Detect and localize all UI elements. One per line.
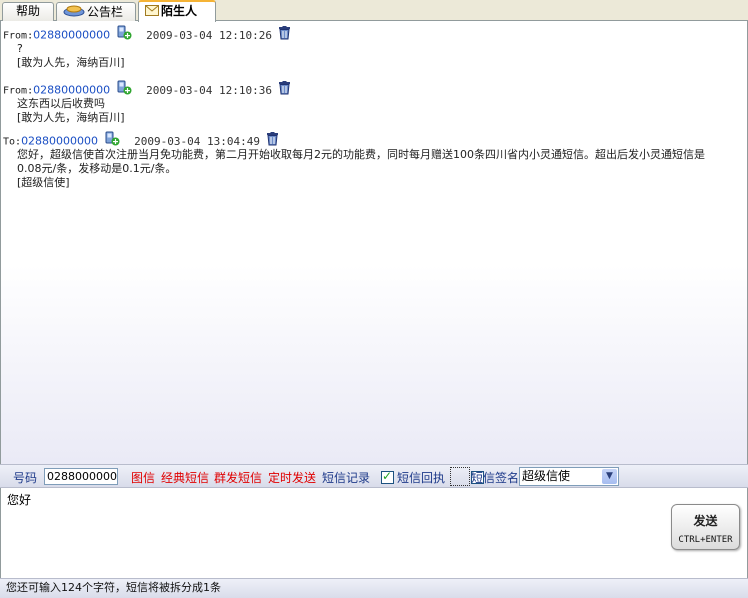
message-direction: To: [3, 136, 22, 148]
message-direction: From: [3, 30, 34, 42]
message-item: From:02880000000 2009-03-04 12:10:26 ? [… [3, 25, 743, 70]
message-item: From:02880000000 2009-03-04 12:10:36 这东西… [3, 80, 743, 125]
tab-bulletin-label: 公告栏 [87, 5, 124, 19]
tab-bar: 帮助 公告栏 陌生人 [0, 0, 748, 22]
picture-message-link[interactable]: 图信 [131, 469, 155, 486]
message-time: 2009-03-04 12:10:36 [146, 83, 272, 97]
classic-sms-link[interactable]: 经典短信 [161, 469, 209, 486]
receipt-checkbox[interactable] [381, 469, 394, 484]
message-direction: From: [3, 85, 34, 97]
send-button[interactable]: 发送 CTRL+ENTER [671, 504, 740, 550]
add-contact-icon[interactable] [116, 25, 132, 46]
compose-area[interactable]: 您好 发送 CTRL+ENTER [0, 488, 748, 578]
compose-input[interactable]: 您好 [7, 491, 31, 508]
bulletin-icon [63, 3, 85, 22]
char-count-status: 您还可输入124个字符，短信将被拆分成1条 [6, 581, 221, 594]
message-signature: [敢为人先，海纳百川] [17, 111, 125, 124]
tab-help[interactable]: 帮助 [2, 2, 54, 21]
message-number[interactable]: 02880000000 [33, 29, 110, 42]
message-history[interactable]: From:02880000000 2009-03-04 12:10:26 ? [… [0, 21, 748, 464]
envelope-icon [145, 3, 159, 21]
tab-help-label: 帮助 [15, 4, 40, 18]
message-number[interactable]: 02880000000 [21, 135, 98, 148]
message-time: 2009-03-04 13:04:49 [134, 134, 260, 148]
number-input[interactable] [44, 468, 118, 485]
status-bar: 您还可输入124个字符，短信将被拆分成1条 [0, 578, 748, 598]
message-signature: [超级信使] [17, 176, 70, 189]
receipt-label[interactable]: 短信回执 [397, 469, 445, 486]
tab-stranger[interactable]: 陌生人 [138, 0, 216, 22]
signature-select[interactable]: 超级信使 ▼ [519, 467, 619, 486]
tab-stranger-label: 陌生人 [161, 4, 198, 18]
delete-icon[interactable] [278, 80, 291, 101]
scheduled-send-link[interactable]: 定时发送 [268, 469, 316, 486]
signature-label[interactable]: 短信签名 [471, 469, 519, 486]
compose-toolbar: 号码 图信 经典短信 群发短信 定时发送 短信记录 短信回执 短信签名 超级信使… [0, 464, 748, 488]
delete-icon[interactable] [278, 25, 291, 46]
send-shortcut: CTRL+ENTER [678, 535, 733, 545]
add-contact-icon[interactable] [116, 80, 132, 101]
message-number[interactable]: 02880000000 [33, 84, 110, 97]
message-item: To:02880000000 2009-03-04 13:04:49 您好，超级… [3, 131, 743, 190]
chevron-down-icon[interactable]: ▼ [602, 469, 617, 484]
message-signature: [敢为人先，海纳百川] [17, 56, 125, 69]
number-label: 号码 [13, 471, 38, 485]
send-label: 发送 [693, 514, 718, 528]
group-sms-link[interactable]: 群发短信 [214, 469, 262, 486]
sms-history-link[interactable]: 短信记录 [322, 469, 370, 486]
message-time: 2009-03-04 12:10:26 [146, 28, 272, 42]
message-body: 您好，超级信使首次注册当月免功能费，第二月开始收取每月2元的功能费，同时每月赠送… [17, 148, 705, 175]
signature-checkbox-focus [450, 467, 470, 486]
tab-bulletin[interactable]: 公告栏 [56, 2, 136, 21]
signature-select-value: 超级信使 [522, 469, 571, 483]
